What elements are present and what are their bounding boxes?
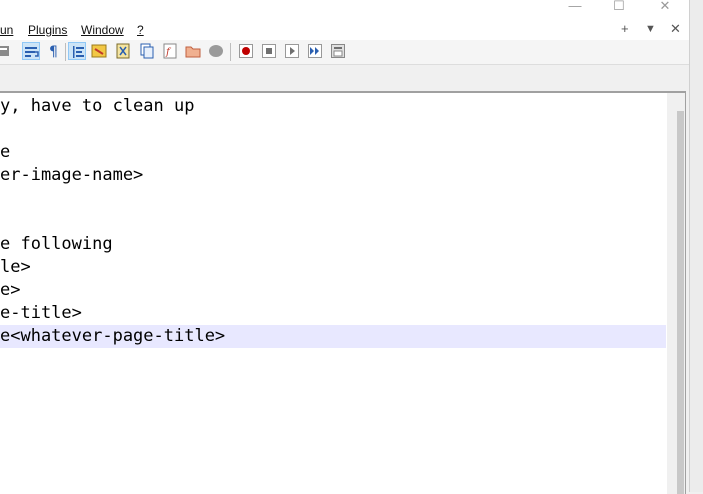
menu-help[interactable]: ? (137, 23, 144, 37)
editor-line: e> (0, 280, 21, 300)
new-tab-button[interactable]: + (621, 21, 629, 36)
tab-strip (0, 65, 689, 90)
indent-guide-icon[interactable] (68, 42, 86, 60)
scrollbar-thumb[interactable] (677, 111, 684, 494)
playback-macro-icon[interactable] (283, 42, 301, 60)
minimize-button[interactable]: — (552, 0, 598, 18)
word-wrap-icon[interactable] (22, 42, 40, 60)
tab-list-button[interactable]: ▼ (645, 23, 656, 35)
text-editor[interactable]: y, have to clean up e er-image-name> e f… (0, 91, 686, 494)
save-macro-icon[interactable] (329, 42, 347, 60)
document-list-icon[interactable] (138, 42, 156, 60)
document-map-icon[interactable] (114, 42, 132, 60)
editor-line: e-title> (0, 303, 82, 323)
maximize-button[interactable]: ☐ (596, 0, 642, 18)
monitoring-icon[interactable] (207, 42, 225, 60)
editor-line: le> (0, 257, 31, 277)
editor-line: y, have to clean up (0, 96, 195, 116)
editor-line: er-image-name> (0, 165, 144, 185)
editor-line: e following (0, 234, 113, 254)
record-macro-icon[interactable] (237, 42, 255, 60)
close-tab-button[interactable]: ✕ (670, 21, 681, 37)
partial-icon[interactable] (0, 42, 12, 60)
toolbar-separator (65, 43, 66, 61)
svg-text:¶: ¶ (49, 44, 58, 59)
function-list-icon[interactable]: f (161, 42, 179, 60)
define-language-icon[interactable] (90, 42, 108, 60)
menu-run[interactable]: un (0, 23, 13, 37)
vertical-scrollbar[interactable] (667, 93, 685, 494)
editor-line: e (0, 142, 11, 162)
show-all-characters-icon[interactable]: ¶ (45, 42, 63, 60)
menu-window[interactable]: Window (81, 23, 124, 37)
title-bar: — ☐ ✕ (0, 0, 689, 20)
run-macro-multiple-icon[interactable] (306, 42, 324, 60)
current-line: e<whatever-page-title> (0, 325, 666, 348)
toolbar: ¶ f (0, 40, 689, 65)
menu-plugins[interactable]: Plugins (28, 23, 67, 37)
window-edge (689, 0, 703, 492)
close-window-button[interactable]: ✕ (642, 0, 688, 18)
menu-bar: un Plugins Window ? + ▼ ✕ (0, 20, 689, 41)
stop-recording-icon[interactable] (260, 42, 278, 60)
folder-as-workspace-icon[interactable] (184, 42, 202, 60)
toolbar-separator (230, 43, 231, 61)
